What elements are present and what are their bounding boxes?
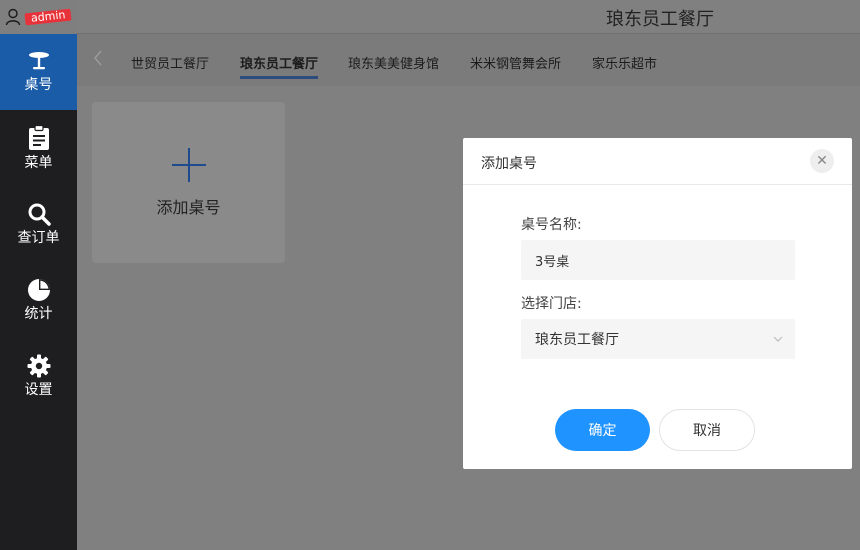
pie-chart-icon xyxy=(27,279,50,301)
add-table-label: 添加桌号 xyxy=(156,197,221,217)
table-icon xyxy=(28,52,49,70)
store-select-label: 选择门店: xyxy=(521,296,582,312)
sidebar-item-label: 查订单 xyxy=(17,230,60,246)
table-name-input[interactable] xyxy=(521,240,795,280)
tab-langdong-canteen[interactable]: 琅东员工餐厅 xyxy=(240,53,319,79)
store-select-value: 琅东员工餐厅 xyxy=(535,332,619,348)
user-bar[interactable]: admin xyxy=(0,0,77,34)
chevron-left-icon[interactable] xyxy=(93,50,107,68)
top-header: 琅东员工餐厅 xyxy=(77,0,860,34)
tab-shimao-canteen[interactable]: 世贸员工餐厅 xyxy=(131,53,209,72)
cancel-button[interactable]: 取消 xyxy=(659,409,755,451)
add-table-dialog: 添加桌号 ✕ 桌号名称: 选择门店: 琅东员工餐厅 确定 取消 xyxy=(463,138,852,469)
sidebar-item-orders[interactable]: 查订单 xyxy=(0,186,77,262)
sidebar-item-menu[interactable]: 菜单 xyxy=(0,110,77,186)
sidebar: admin 桌号 菜单 查订单 统计 设置 xyxy=(0,0,77,550)
tab-mimi-club[interactable]: 米米钢管舞会所 xyxy=(470,53,561,72)
table-name-label: 桌号名称: xyxy=(521,217,582,233)
tab-jialele-supermarket[interactable]: 家乐乐超市 xyxy=(592,53,657,72)
add-table-card[interactable]: 添加桌号 xyxy=(92,102,285,263)
store-tabs: 世贸员工餐厅 琅东员工餐厅 琅东美美健身馆 米米钢管舞会所 家乐乐超市 xyxy=(77,34,860,86)
sidebar-item-label: 设置 xyxy=(24,382,53,398)
user-icon xyxy=(5,8,21,26)
page-title: 琅东员工餐厅 xyxy=(606,9,714,30)
dialog-title: 添加桌号 xyxy=(481,156,537,172)
sidebar-item-tables[interactable]: 桌号 xyxy=(0,34,77,110)
sidebar-item-stats[interactable]: 统计 xyxy=(0,262,77,338)
clipboard-icon xyxy=(28,125,49,150)
tab-langdong-gym[interactable]: 琅东美美健身馆 xyxy=(348,53,439,72)
table-name-field-box xyxy=(521,240,795,280)
search-icon xyxy=(28,203,51,226)
sidebar-item-label: 统计 xyxy=(24,306,53,322)
gear-icon xyxy=(27,354,50,378)
sidebar-item-settings[interactable]: 设置 xyxy=(0,338,77,414)
confirm-button[interactable]: 确定 xyxy=(555,409,650,451)
dialog-header: 添加桌号 ✕ xyxy=(463,138,852,185)
store-select[interactable]: 琅东员工餐厅 xyxy=(521,319,795,359)
sidebar-item-label: 桌号 xyxy=(24,77,53,93)
close-icon[interactable]: ✕ xyxy=(810,149,834,173)
user-name: admin xyxy=(24,8,72,26)
sidebar-item-label: 菜单 xyxy=(24,155,53,171)
sidebar-nav: 桌号 菜单 查订单 统计 设置 xyxy=(0,34,77,414)
chevron-down-icon xyxy=(773,334,783,345)
plus-icon xyxy=(171,147,206,182)
